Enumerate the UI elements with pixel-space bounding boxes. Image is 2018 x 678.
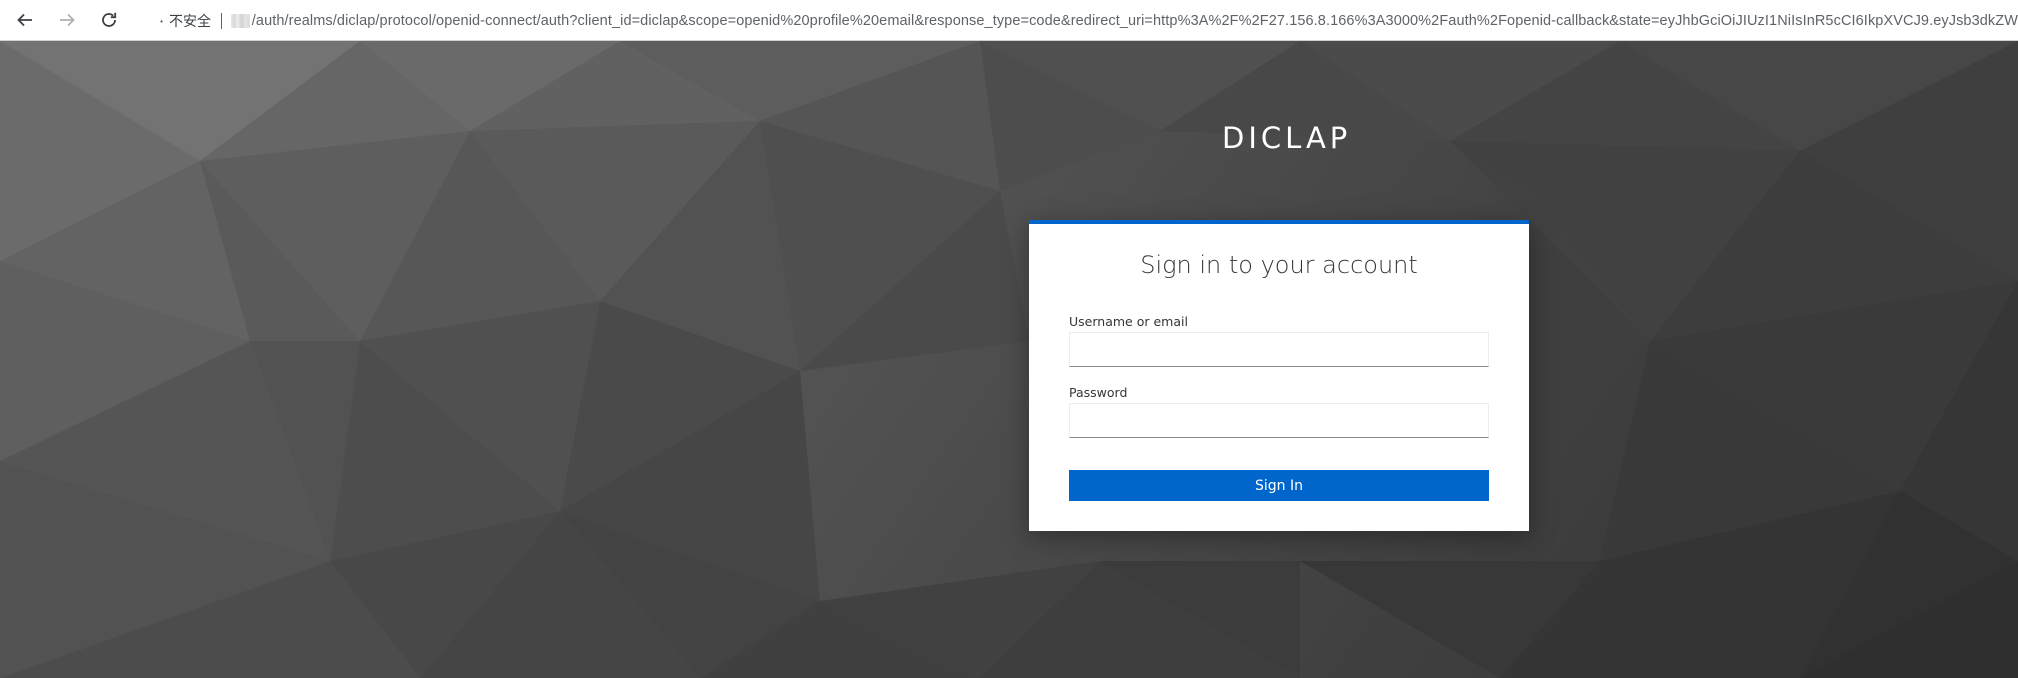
security-status-label[interactable]: 不安全 — [169, 11, 211, 31]
login-card: Sign in to your account Username or emai… — [1029, 220, 1529, 531]
password-label: Password — [1069, 385, 1128, 400]
url-text[interactable]: /auth/realms/diclap/protocol/openid-conn… — [252, 13, 2018, 29]
redacted-host — [231, 14, 250, 28]
reload-icon — [102, 12, 117, 27]
browser-toolbar: 不安全 /auth/realms/diclap/protocol/openid-… — [0, 0, 2018, 41]
reload-button[interactable] — [90, 1, 128, 39]
login-page-background: DICLAP Sign in to your account Username … — [0, 41, 2018, 678]
low-poly-background-pattern — [0, 41, 2018, 678]
login-title: Sign in to your account — [1140, 251, 1418, 279]
forward-button[interactable] — [48, 1, 86, 39]
back-arrow-icon — [17, 13, 32, 27]
back-button[interactable] — [6, 1, 44, 39]
address-bar[interactable]: 不安全 /auth/realms/diclap/protocol/openid-… — [150, 6, 2018, 36]
username-label: Username or email — [1069, 314, 1188, 329]
realm-brand-title: DICLAP — [1222, 121, 1352, 155]
username-input[interactable] — [1069, 332, 1489, 367]
sign-in-button[interactable]: Sign In — [1069, 470, 1489, 501]
forward-arrow-icon — [60, 13, 75, 27]
warning-icon[interactable] — [160, 12, 163, 30]
password-input[interactable] — [1069, 403, 1489, 438]
